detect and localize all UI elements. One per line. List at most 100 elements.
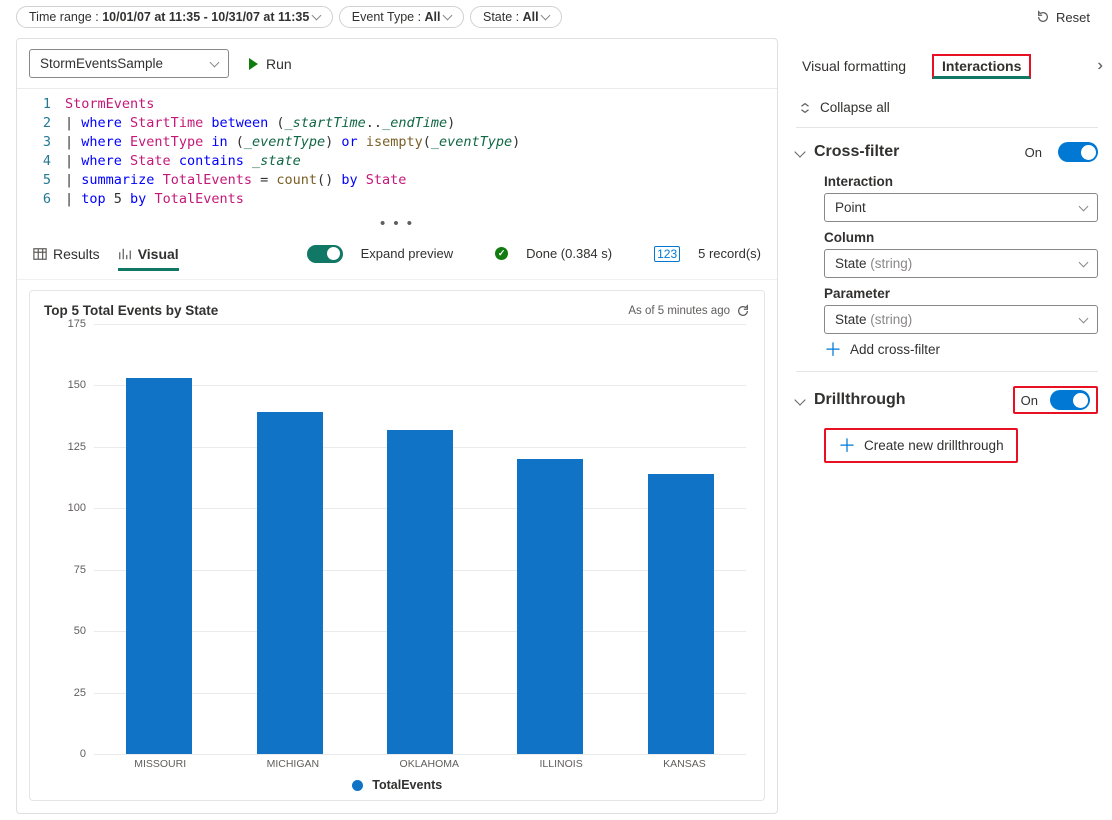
chart-card: Top 5 Total Events by State As of 5 minu…: [29, 290, 765, 801]
visual-tab-label: Visual: [138, 246, 179, 262]
state-pill[interactable]: State : All: [470, 6, 562, 28]
drillthrough-header[interactable]: Drillthrough On: [796, 380, 1098, 422]
column-value: State: [835, 256, 867, 271]
parameter-select[interactable]: State (string): [824, 305, 1098, 334]
refresh-icon[interactable]: [736, 304, 750, 318]
x-tick-label: KANSAS: [663, 758, 706, 770]
cross-filter-section: Cross-filter On Interaction Point Column…: [796, 127, 1098, 371]
event-type-label: Event Type :: [352, 10, 421, 24]
event-type-value: All: [425, 10, 441, 24]
reset-label: Reset: [1056, 10, 1090, 25]
reset-button[interactable]: Reset: [1030, 9, 1096, 26]
done-label: Done (0.384 s): [526, 246, 612, 261]
chart-xaxis-labels: MISSOURI MICHIGAN OKLAHOMA ILLINOIS KANSAS: [94, 754, 746, 770]
expand-preview-toggle[interactable]: [307, 245, 343, 263]
create-drillthrough-label: Create new drillthrough: [864, 438, 1004, 453]
right-panel-tabs: Visual formatting Interactions ››: [796, 38, 1098, 82]
x-tick-label: ILLINOIS: [540, 758, 583, 770]
y-tick-label: 175: [42, 318, 86, 330]
tab-results[interactable]: Results: [33, 236, 100, 271]
add-cross-filter-button[interactable]: ＋ Add cross-filter: [824, 342, 1098, 357]
database-name: StormEventsSample: [40, 56, 163, 71]
chart-bar[interactable]: [126, 378, 192, 754]
state-label: State :: [483, 10, 519, 24]
chart-meta: As of 5 minutes ago: [628, 305, 730, 317]
result-tabs: Results Visual Expand preview ✓ Done (0.…: [17, 236, 777, 280]
cross-filter-toggle-label: On: [1025, 145, 1042, 160]
chevron-down-icon: [1079, 314, 1089, 324]
tab-interactions[interactable]: Interactions: [932, 54, 1031, 79]
time-range-label: Time range :: [29, 10, 99, 24]
interaction-value: Point: [835, 200, 866, 215]
y-tick-label: 0: [42, 748, 86, 760]
run-label: Run: [266, 56, 292, 72]
records-label: 5 record(s): [698, 246, 761, 261]
chevron-down-icon: [794, 394, 805, 405]
cross-filter-title: Cross-filter: [814, 143, 1015, 161]
table-icon: [33, 247, 47, 261]
collapse-all-icon: [798, 101, 812, 115]
time-range-pill[interactable]: Time range : 10/01/07 at 11:35 - 10/31/0…: [16, 6, 333, 28]
results-tab-label: Results: [53, 246, 100, 262]
right-pane: Visual formatting Interactions ›› Collap…: [782, 38, 1112, 820]
filter-bar: Time range : 10/01/07 at 11:35 - 10/31/0…: [0, 0, 1112, 38]
cross-filter-toggle[interactable]: [1058, 142, 1098, 162]
drillthrough-toggle[interactable]: [1050, 390, 1090, 410]
chart-bar[interactable]: [387, 430, 453, 754]
drillthrough-section: Drillthrough On ＋ Create new drillthroug…: [796, 371, 1098, 477]
reset-icon: [1036, 10, 1050, 24]
x-tick-label: MISSOURI: [134, 758, 186, 770]
interaction-label: Interaction: [824, 174, 1098, 189]
column-type: (string): [870, 256, 912, 271]
chart-plot-area[interactable]: 0255075100125150175: [42, 324, 752, 754]
chart-icon: [118, 247, 132, 261]
y-tick-label: 150: [42, 379, 86, 391]
chart-bar[interactable]: [517, 459, 583, 754]
query-editor[interactable]: 123456 StormEvents | where StartTime bet…: [17, 89, 777, 215]
query-header: StormEventsSample Run: [17, 39, 777, 89]
tab-visual[interactable]: Visual: [118, 236, 179, 271]
chevron-down-icon: [541, 11, 551, 21]
left-pane: StormEventsSample Run 123456 StormEvents…: [16, 38, 778, 814]
drillthrough-title: Drillthrough: [814, 391, 1003, 409]
column-label: Column: [824, 230, 1098, 245]
tab-visual-formatting[interactable]: Visual formatting: [796, 50, 912, 82]
drillthrough-toggle-label: On: [1021, 393, 1038, 408]
legend-series-name: TotalEvents: [372, 778, 442, 792]
parameter-type: (string): [870, 312, 912, 327]
interaction-select[interactable]: Point: [824, 193, 1098, 222]
chevron-down-icon: [311, 11, 321, 21]
parameter-value: State: [835, 312, 867, 327]
run-button[interactable]: Run: [243, 55, 298, 73]
legend-dot-icon: [352, 780, 363, 791]
x-tick-label: MICHIGAN: [267, 758, 320, 770]
chart-bar[interactable]: [648, 474, 714, 754]
chevron-down-icon: [1079, 202, 1089, 212]
chart-title: Top 5 Total Events by State: [44, 303, 218, 318]
y-tick-label: 75: [42, 564, 86, 576]
x-tick-label: OKLAHOMA: [400, 758, 460, 770]
chevron-down-icon: [210, 58, 220, 68]
chart-legend: TotalEvents: [42, 770, 752, 796]
event-type-pill[interactable]: Event Type : All: [339, 6, 464, 28]
cross-filter-header[interactable]: Cross-filter On: [796, 136, 1098, 170]
y-tick-label: 50: [42, 625, 86, 637]
add-cross-filter-label: Add cross-filter: [850, 342, 940, 357]
y-tick-label: 25: [42, 687, 86, 699]
create-drillthrough-button[interactable]: ＋ Create new drillthrough: [824, 428, 1018, 463]
chevron-down-icon: [794, 146, 805, 157]
plus-icon: ＋: [838, 440, 856, 452]
parameter-label: Parameter: [824, 286, 1098, 301]
collapse-panel-icon[interactable]: ››: [1097, 57, 1098, 75]
database-select[interactable]: StormEventsSample: [29, 49, 229, 78]
expand-preview-label: Expand preview: [361, 246, 454, 261]
chart-bar[interactable]: [257, 412, 323, 754]
column-select[interactable]: State (string): [824, 249, 1098, 278]
code-area[interactable]: StormEvents | where StartTime between (_…: [65, 95, 777, 209]
plus-icon: ＋: [824, 344, 842, 356]
resize-handle[interactable]: • • •: [17, 215, 777, 236]
success-icon: ✓: [495, 247, 508, 260]
collapse-all-label: Collapse all: [820, 100, 890, 115]
records-icon: 123: [654, 246, 680, 262]
collapse-all-button[interactable]: Collapse all: [796, 82, 1098, 127]
